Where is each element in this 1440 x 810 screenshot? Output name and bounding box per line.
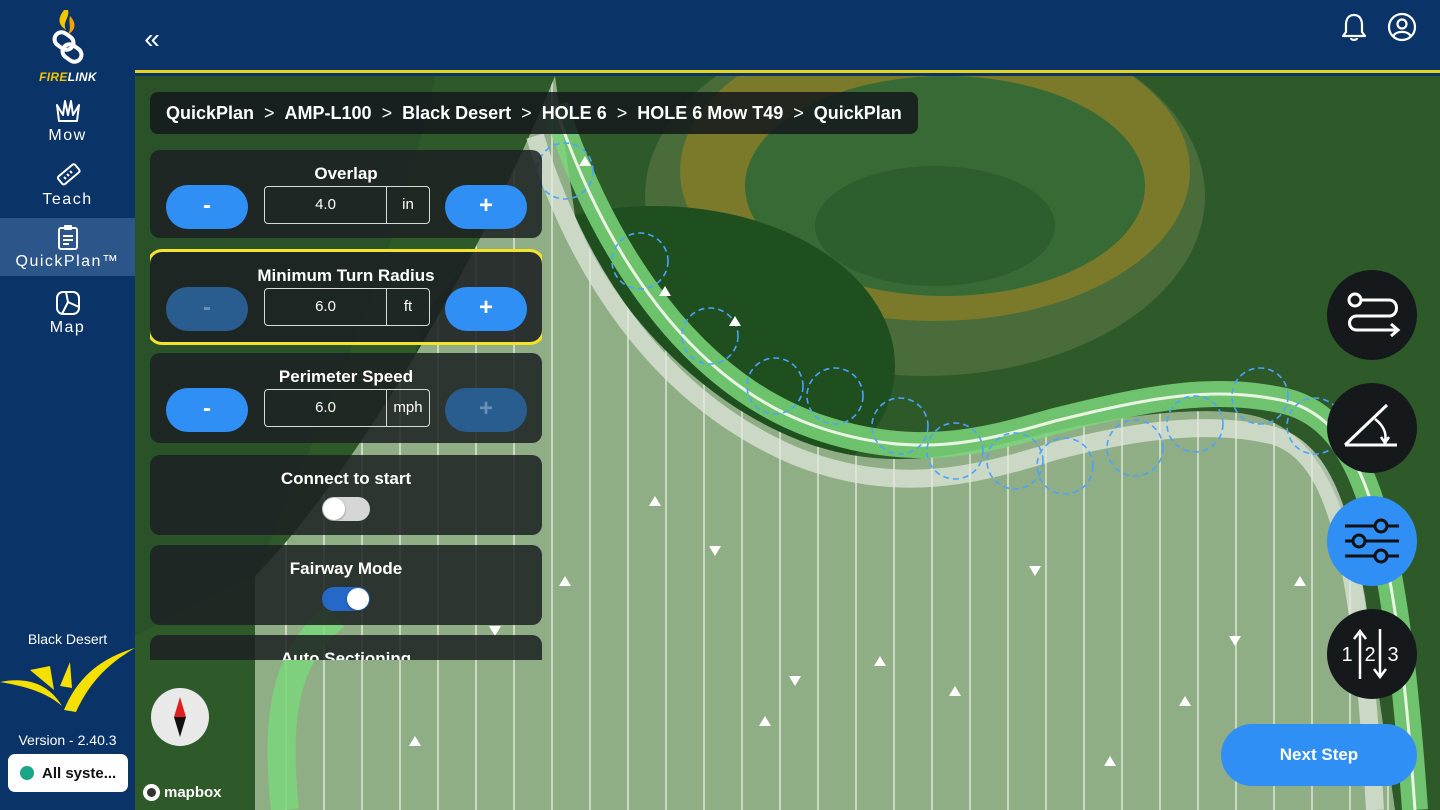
auto-sectioning-card: Auto Sectioning [150,635,542,660]
map-view[interactable]: QuickPlan > AMP-L100 > Black Desert > HO… [135,76,1440,810]
overlap-value[interactable]: 4.0 [265,187,387,223]
perimeter-speed-value[interactable]: 6.0 [265,390,387,426]
overlap-title: Overlap [314,164,378,183]
sequence-digit: 2 [1364,644,1375,666]
sidebar-item-quickplan[interactable]: QuickPlan™ [0,218,135,276]
chevron-right-icon: > [381,102,393,123]
next-step-button[interactable]: Next Step [1221,724,1417,786]
sequence-order-icon: 1 2 3 [1341,628,1399,680]
notification-bell-icon[interactable] [1340,12,1368,42]
overlap-field[interactable]: 4.0 in [264,186,430,224]
site-name: Black Desert [27,631,108,647]
sidebar-item-mow[interactable]: Mow [0,92,135,150]
turn-radius-field[interactable]: 6.0 ft [264,288,430,326]
breadcrumb-current: QuickPlan [813,102,902,123]
toggle-knob [347,588,369,610]
perimeter-speed-increase-button[interactable]: + [445,388,527,432]
firelink-logo: FIRELINK [26,6,110,84]
sequence-order-button[interactable]: 1 2 3 [1327,609,1417,699]
angle-button[interactable] [1327,383,1417,473]
connect-to-start-toggle[interactable] [322,497,370,521]
chevron-right-icon: > [521,102,532,123]
connect-to-start-card: Connect to start [150,455,542,535]
chevron-right-icon: > [264,102,275,123]
app-version: Version - 2.40.3 [18,732,117,748]
perimeter-speed-field[interactable]: 6.0 mph [264,389,430,427]
breadcrumb-machine[interactable]: AMP-L100 [285,103,372,124]
toggle-knob [323,498,345,520]
path-pattern-button[interactable] [1327,270,1417,360]
auto-sectioning-title: Auto Sectioning [280,649,412,660]
map-icon [55,291,80,315]
ruler-icon [56,163,81,186]
sidebar-item-teach[interactable]: Teach [0,156,135,214]
chevron-right-icon: > [616,102,628,123]
account-icon[interactable] [1387,12,1417,42]
overlap-unit: in [402,196,414,213]
fairway-mode-card: Fairway Mode [150,545,542,625]
clipboard-icon [57,225,78,250]
brand-swoosh-logo [0,648,135,712]
compass-icon [174,697,186,737]
top-bar: « [135,0,1440,73]
overlap-card: Overlap - 4.0 in + [150,150,542,238]
status-ok-icon [20,766,34,780]
turn-radius-unit: ft [403,298,413,315]
system-status-button[interactable]: All syste... [8,754,128,792]
fairway-mode-title: Fairway Mode [289,559,403,578]
mapbox-label: mapbox [164,784,222,801]
mapbox-logo-icon [143,784,160,801]
sidebar-item-label: Teach [42,191,93,208]
turn-radius-decrease-button[interactable]: - [166,287,248,331]
compass-button[interactable] [151,688,209,746]
sliders-icon [1345,518,1399,564]
sidebar-item-label: QuickPlan™ [15,253,120,270]
grass-icon [55,100,80,122]
turn-radius-title: Minimum Turn Radius [257,266,435,285]
perimeter-speed-decrease-button[interactable]: - [166,388,248,432]
collapse-sidebar-button[interactable]: « [135,24,169,58]
breadcrumb-site[interactable]: Black Desert [402,103,511,124]
perimeter-speed-title: Perimeter Speed [278,367,414,386]
sidebar: FIRELINK Mow Teach QuickPlan™ Map Black … [0,0,135,810]
route-pattern-icon [1347,292,1401,338]
angle-icon [1343,403,1397,447]
sequence-digit: 3 [1387,644,1398,666]
chevron-right-icon: > [793,102,804,123]
mapbox-attribution[interactable]: mapbox [143,784,222,801]
sequence-digit: 1 [1341,644,1352,666]
sidebar-item-map[interactable]: Map [0,284,135,342]
connect-to-start-title: Connect to start [280,469,412,488]
perimeter-speed-card: Perimeter Speed - 6.0 mph + [150,353,542,443]
breadcrumb-quickplan[interactable]: QuickPlan [166,103,254,124]
perimeter-speed-unit: mph [393,399,423,416]
logo-wordmark: FIRELINK [39,70,97,84]
turn-radius-card: Minimum Turn Radius - 6.0 ft + [150,249,542,345]
settings-sliders-button[interactable] [1327,496,1417,586]
breadcrumb-mow-area[interactable]: HOLE 6 Mow T49 [637,103,783,124]
sidebar-item-label: Mow [48,127,87,144]
overlap-decrease-button[interactable]: - [166,185,248,229]
sidebar-item-label: Map [49,319,86,336]
breadcrumb-hole[interactable]: HOLE 6 [542,103,607,124]
breadcrumb: QuickPlan > AMP-L100 > Black Desert > HO… [150,92,918,134]
overlap-increase-button[interactable]: + [445,185,527,229]
turn-radius-increase-button[interactable]: + [445,287,527,331]
quickplan-settings-panel: Overlap - 4.0 in + Minimum Turn Radius -… [150,150,542,660]
system-status-text: All syste... [42,764,117,782]
fairway-mode-toggle[interactable] [322,587,370,611]
turn-radius-value[interactable]: 6.0 [265,289,387,325]
